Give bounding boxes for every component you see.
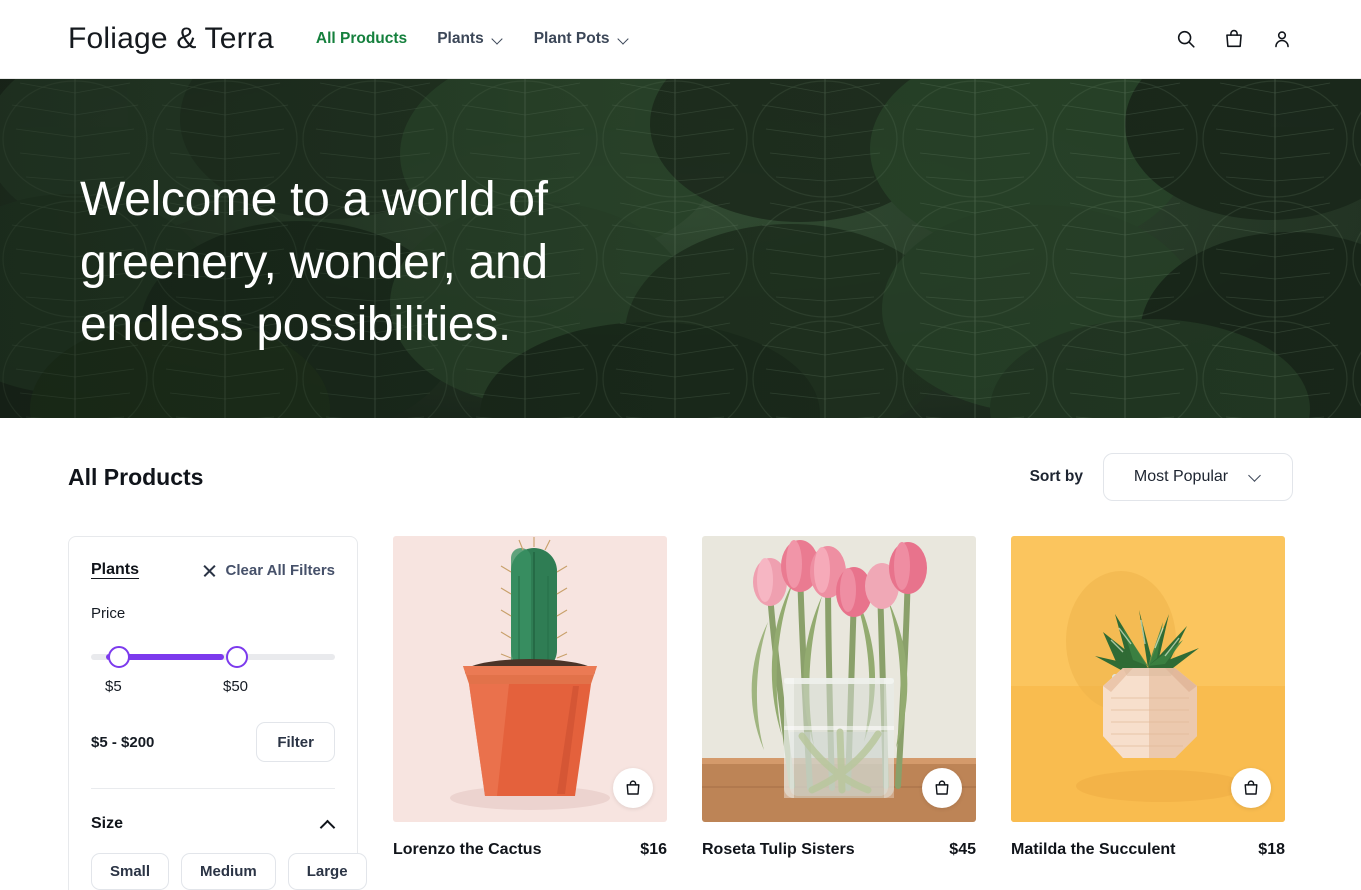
product-card[interactable]: Roseta Tulip Sisters $45 [702,536,976,859]
nav-item-label: Plant Pots [534,30,610,48]
clear-filters-label: Clear All Filters [226,562,335,579]
add-to-cart-button[interactable] [613,768,653,808]
site-header: Foliage & Terra All Products Plants Plan… [0,0,1361,79]
add-to-cart-button[interactable] [1231,768,1271,808]
add-to-cart-button[interactable] [922,768,962,808]
chevron-down-icon [1250,471,1262,483]
slider-max-value: $50 [223,678,248,695]
product-card[interactable]: Lorenzo the Cactus $16 [393,536,667,859]
price-range-row: $5 - $200 Filter [91,722,335,762]
size-option-small[interactable]: Small [91,853,169,890]
nav-item-plant-pots[interactable]: Plant Pots [534,30,630,48]
hero-title: Welcome to a world of greenery, wonder, … [80,169,600,356]
apply-filter-button[interactable]: Filter [256,722,335,762]
filter-header: Plants Clear All Filters [91,561,335,579]
product-price: $18 [1258,841,1285,859]
product-name: Roseta Tulip Sisters [702,841,855,859]
size-filter-title: Size [91,815,123,833]
sort-control: Sort by Most Popular [1030,453,1293,501]
clear-all-filters-button[interactable]: Clear All Filters [202,562,335,579]
user-account-icon[interactable] [1271,28,1293,50]
product-price: $45 [949,841,976,859]
brand-logo[interactable]: Foliage & Terra [68,22,274,56]
catalog-layout: Plants Clear All Filters Price $5 $50 $5… [68,536,1293,890]
page-title: All Products [68,464,203,491]
price-filter-label: Price [91,605,335,622]
nav-item-label: Plants [437,30,484,48]
sort-by-label: Sort by [1030,468,1083,486]
slider-handle-max[interactable] [226,646,248,668]
product-meta: Matilda the Succulent $18 [1011,841,1285,859]
sort-selected-value: Most Popular [1134,468,1228,486]
size-option-medium[interactable]: Medium [181,853,276,890]
product-meta: Lorenzo the Cactus $16 [393,841,667,859]
hero-banner: Welcome to a world of greenery, wonder, … [0,79,1361,418]
filter-category-plants[interactable]: Plants [91,561,139,579]
close-icon [202,563,217,578]
section-header: All Products Sort by Most Popular [68,418,1293,536]
size-options: Small Medium Large [91,853,335,890]
size-option-large[interactable]: Large [288,853,367,890]
main-navigation: All Products Plants Plant Pots [316,30,630,48]
slider-value-labels: $5 $50 [91,678,335,698]
product-image-succulent[interactable] [1011,536,1285,822]
product-name: Matilda the Succulent [1011,841,1175,859]
product-meta: Roseta Tulip Sisters $45 [702,841,976,859]
nav-item-label: All Products [316,30,407,48]
price-range-text: $5 - $200 [91,734,154,751]
product-price: $16 [640,841,667,859]
chevron-down-icon [619,34,630,45]
search-icon[interactable] [1175,28,1197,50]
filter-sidebar: Plants Clear All Filters Price $5 $50 $5… [68,536,358,890]
nav-item-plants[interactable]: Plants [437,30,504,48]
product-image-tulips[interactable] [702,536,976,822]
product-name: Lorenzo the Cactus [393,841,541,859]
nav-item-all-products[interactable]: All Products [316,30,407,48]
slider-min-value: $5 [105,678,122,695]
filter-divider [91,788,335,789]
price-range-slider[interactable] [91,646,335,668]
shopping-bag-icon[interactable] [1223,28,1245,50]
main-content: All Products Sort by Most Popular Plants… [0,418,1361,890]
size-filter-toggle[interactable]: Size [91,815,335,833]
product-card[interactable]: Matilda the Succulent $18 [1011,536,1285,859]
sort-dropdown[interactable]: Most Popular [1103,453,1293,501]
product-grid: Lorenzo the Cactus $16 [393,536,1293,859]
chevron-down-icon [493,34,504,45]
slider-handle-min[interactable] [108,646,130,668]
header-actions [1175,28,1293,50]
chevron-up-icon [321,819,335,829]
product-image-cactus[interactable] [393,536,667,822]
